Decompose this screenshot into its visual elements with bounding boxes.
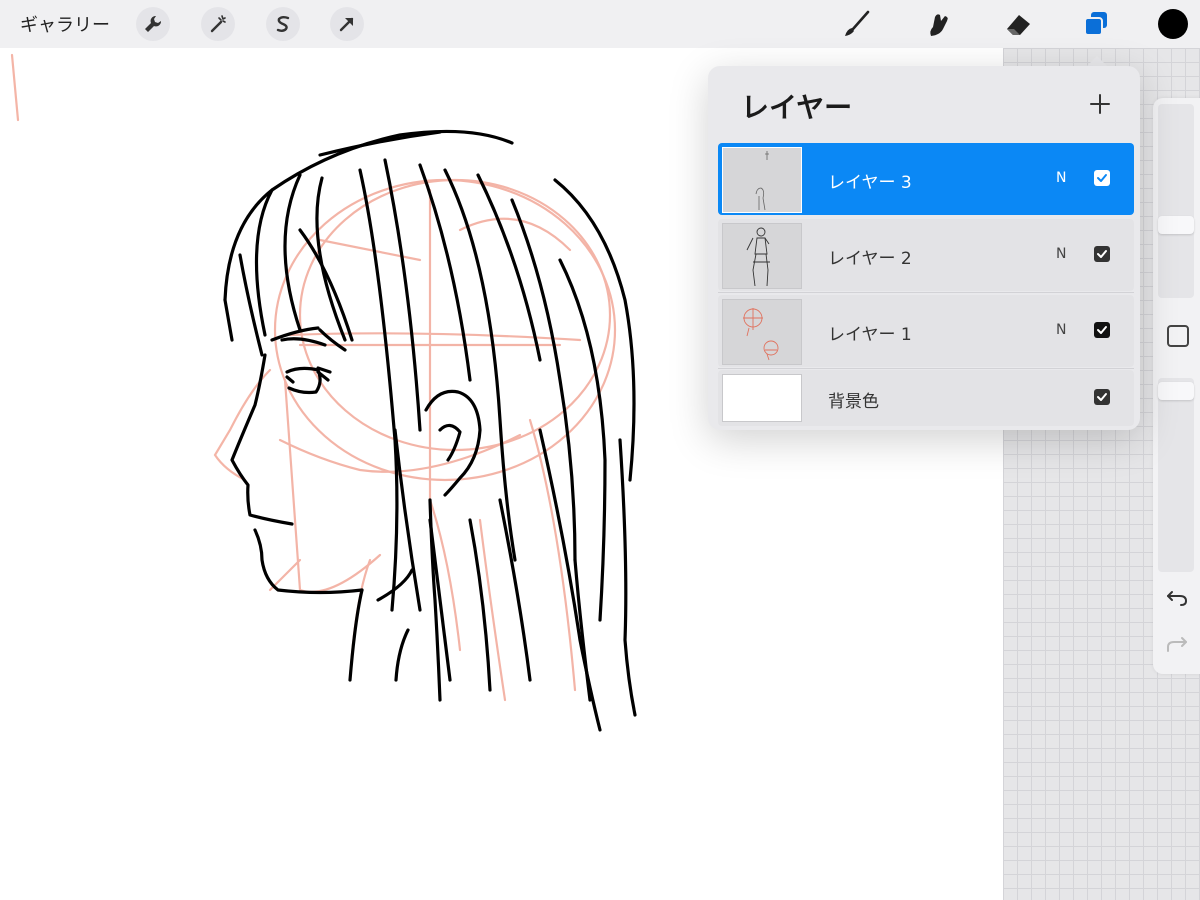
gallery-button[interactable]: ギャラリー (20, 11, 110, 37)
panel-title: レイヤー (741, 91, 853, 124)
undo-icon[interactable] (1165, 586, 1189, 610)
visibility-checkbox[interactable] (1094, 170, 1110, 186)
layer-row-2[interactable]: レイヤー 2 N (718, 219, 1134, 291)
opacity-knob[interactable] (1158, 382, 1194, 400)
blend-mode[interactable]: N (1056, 170, 1066, 186)
visibility-checkbox[interactable] (1094, 389, 1110, 405)
layer-name: 背景色 (828, 392, 879, 412)
blend-mode[interactable]: N (1056, 246, 1066, 262)
smudge-icon[interactable] (920, 6, 956, 42)
layer-name: レイヤー 3 (828, 173, 912, 193)
blend-mode[interactable]: N (1056, 322, 1066, 338)
plus-icon[interactable] (1090, 94, 1110, 114)
divider (718, 292, 1134, 293)
visibility-checkbox[interactable] (1094, 322, 1110, 338)
side-toolbar (1153, 98, 1200, 674)
color-picker-swatch[interactable] (1158, 9, 1188, 39)
layers-icon[interactable] (1078, 6, 1114, 42)
layers-panel: レイヤー レイヤー 3 N レイヤー 2 N レイヤー 1 N 背景色 (708, 66, 1140, 430)
construction-sketch (10, 53, 617, 702)
redo-icon[interactable] (1165, 632, 1189, 656)
eraser-icon[interactable] (1000, 6, 1036, 42)
brush-size-knob[interactable] (1158, 216, 1194, 234)
layer-name: レイヤー 2 (828, 249, 912, 269)
layer-thumbnail (722, 223, 802, 289)
wrench-icon[interactable] (136, 7, 170, 41)
magic-wand-icon[interactable] (201, 7, 235, 41)
layer-row-3[interactable]: レイヤー 3 N (718, 143, 1134, 215)
modify-square-icon[interactable] (1167, 325, 1189, 347)
transform-arrow-icon[interactable] (330, 7, 364, 41)
selection-s-icon[interactable] (266, 7, 300, 41)
layer-thumbnail (722, 299, 802, 365)
background-color-layer[interactable]: 背景色 (718, 370, 1134, 426)
layer-name: レイヤー 1 (828, 325, 912, 345)
brush-size-slider[interactable] (1158, 104, 1194, 298)
brush-icon[interactable] (838, 6, 874, 42)
opacity-slider[interactable] (1158, 378, 1194, 572)
divider (718, 368, 1134, 369)
visibility-checkbox[interactable] (1094, 246, 1110, 262)
layer-thumbnail (722, 147, 802, 213)
layer-row-1[interactable]: レイヤー 1 N (718, 295, 1134, 367)
background-color-swatch[interactable] (722, 374, 802, 422)
top-toolbar: ギャラリー (0, 0, 1200, 48)
